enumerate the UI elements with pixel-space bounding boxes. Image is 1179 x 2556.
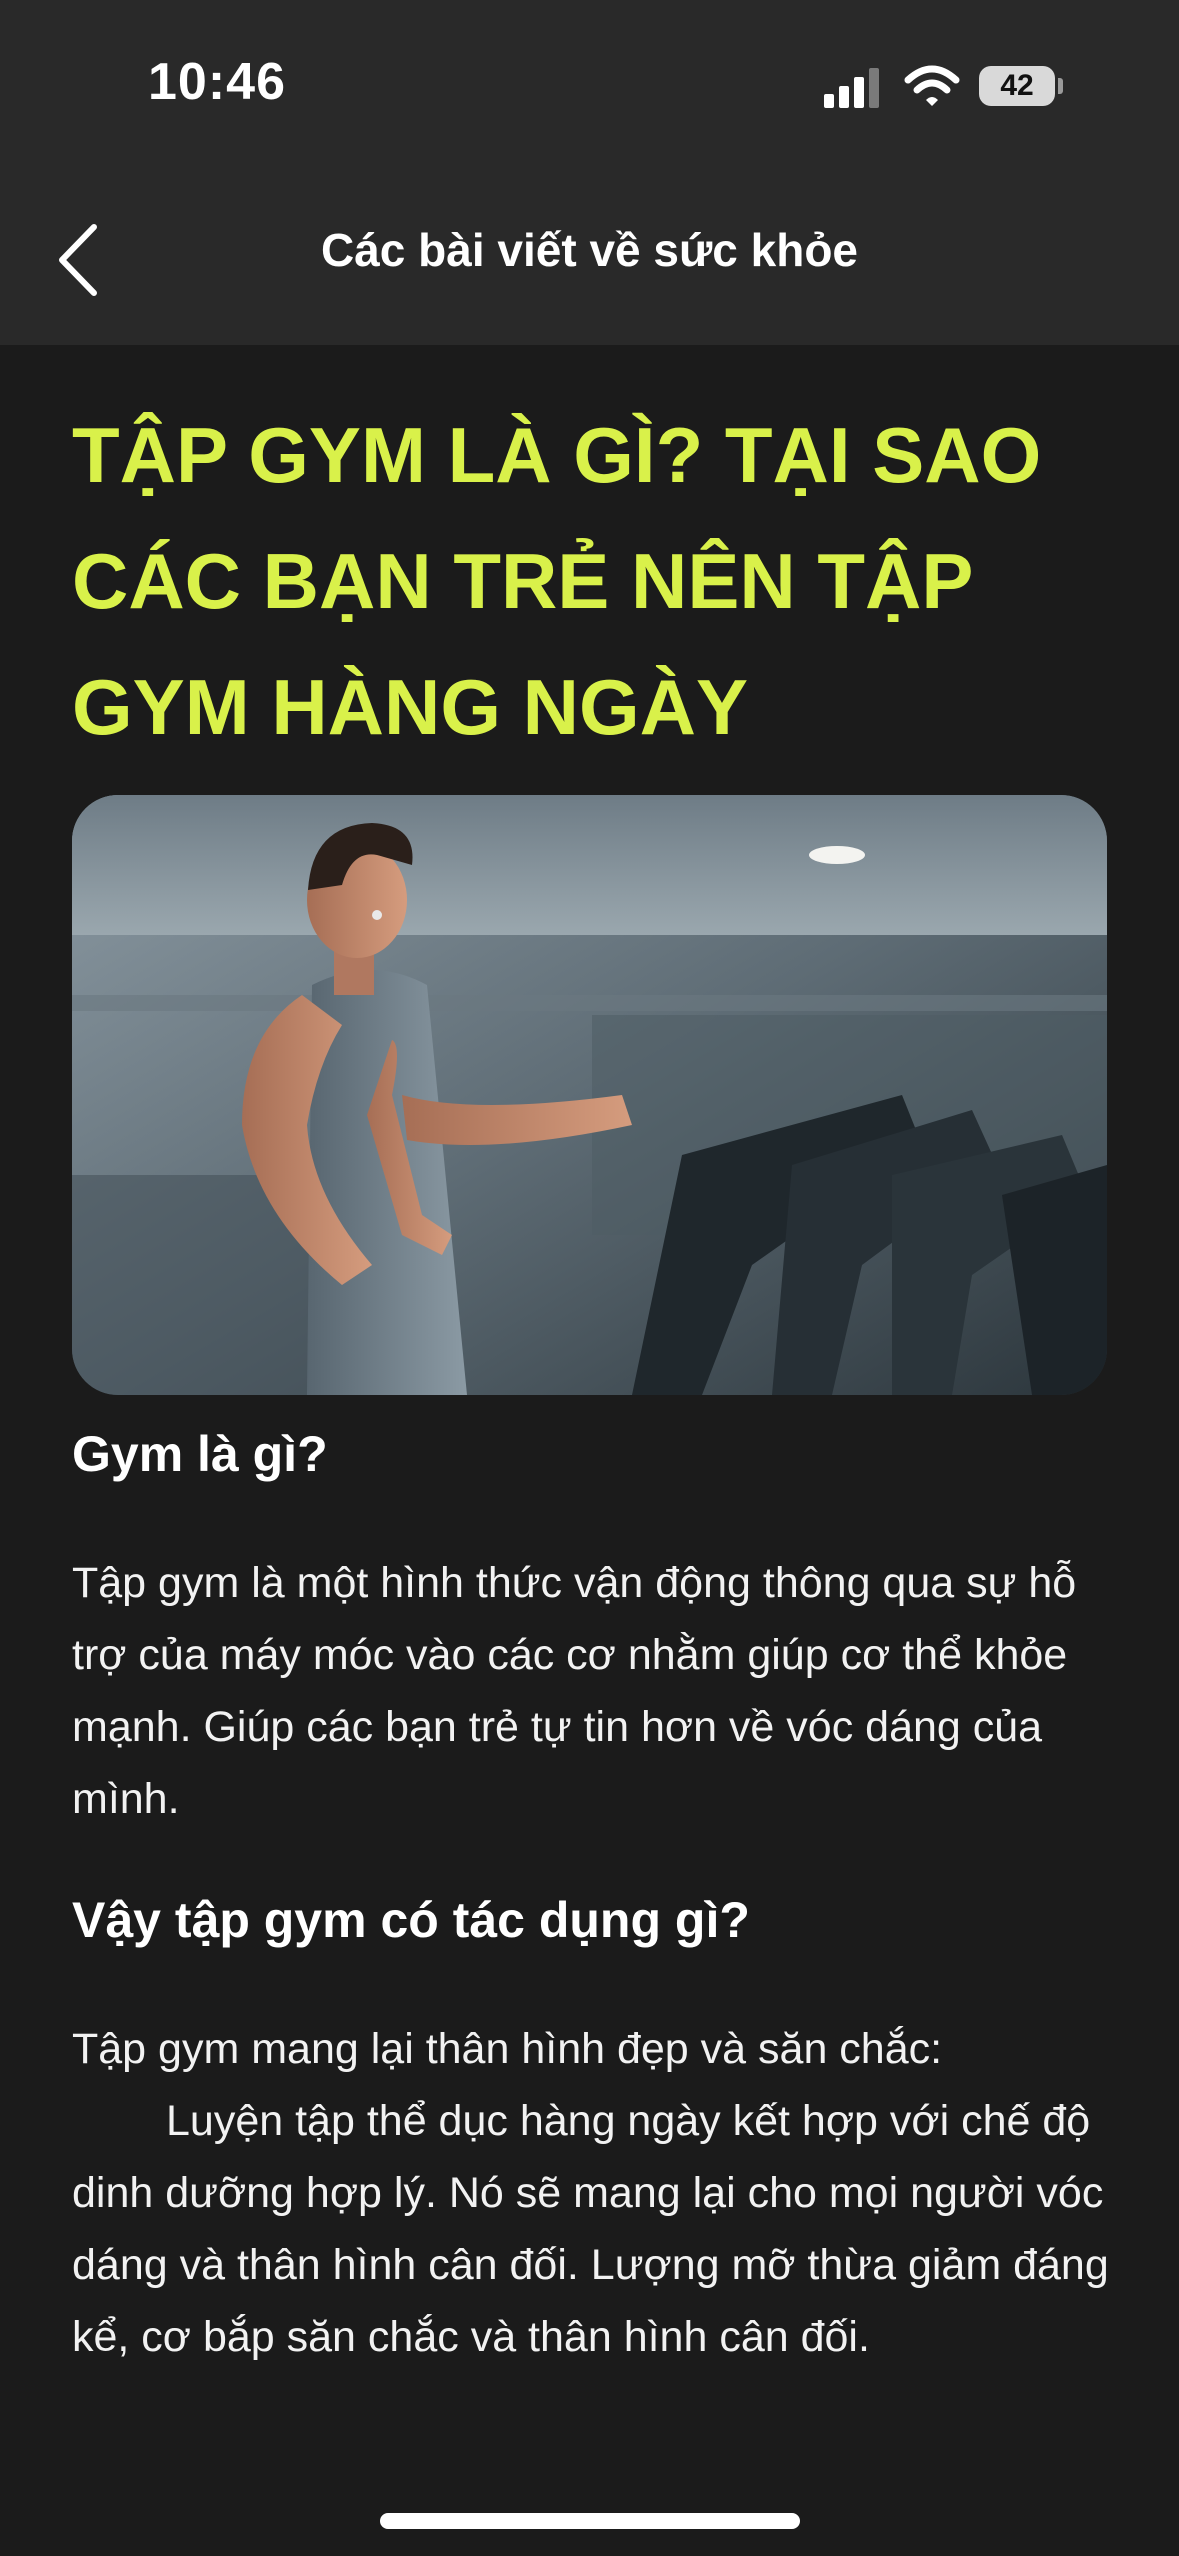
status-bar: 10:46 42 (0, 0, 1179, 175)
section1-heading: Gym là gì? (72, 1426, 328, 1482)
status-icons: 42 (779, 0, 1179, 175)
nav-title: Các bài viết về sức khỏe (320, 224, 859, 276)
wifi-icon (904, 65, 960, 106)
signal-icon (824, 68, 879, 108)
nav-bar: Các bài viết về sức khỏe (0, 175, 1179, 345)
status-time: 10:46 (148, 53, 286, 111)
section2-lead: Tập gym mang lại thân hình đẹp và săn ch… (72, 2025, 943, 2073)
home-indicator[interactable] (380, 2513, 800, 2529)
section2-text: Luyện tập thể dục hàng ngày kết hợp với … (72, 2097, 1109, 2361)
section1-text: Tập gym là một hình thức vận động thông … (72, 1559, 1077, 1823)
battery-level: 42 (1000, 69, 1034, 102)
article-hero-image (72, 795, 1107, 1395)
battery-icon: 42 (979, 66, 1055, 106)
section2-heading: Vậy tập gym có tác dụng gì? (72, 1892, 750, 1948)
battery-cap (1058, 78, 1063, 94)
treadmill-runner-image (72, 795, 1107, 1395)
article-headline: TẬP GYM LÀ GÌ? TẠI SAO CÁC BẠN TRẺ NÊN T… (72, 411, 1042, 751)
